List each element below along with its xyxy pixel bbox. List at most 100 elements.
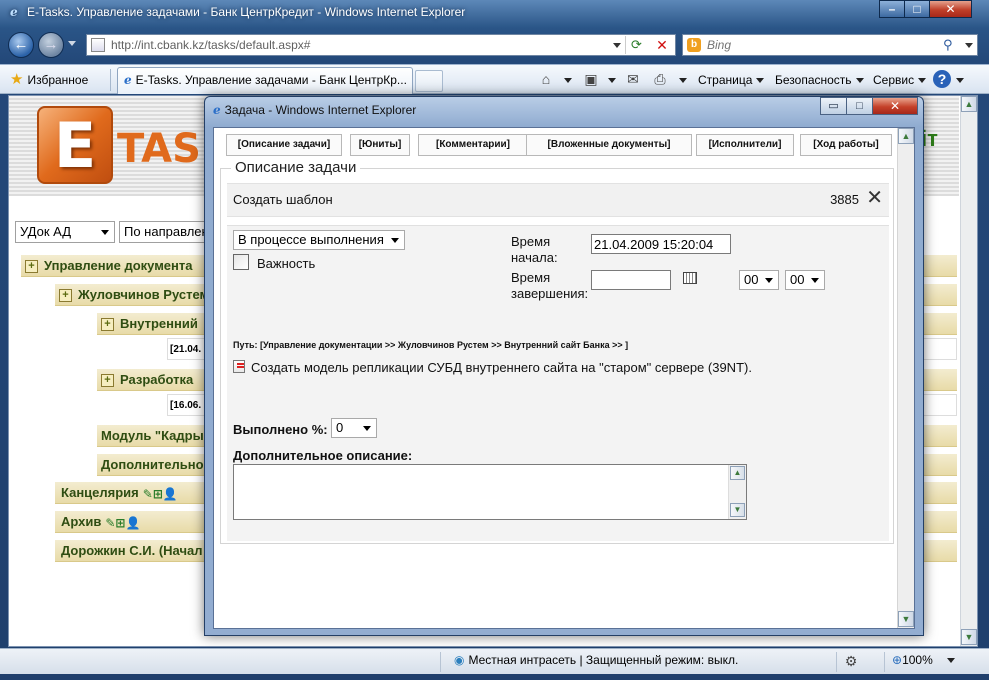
task-description: Создать модель репликации СУБД внутренне… — [233, 360, 752, 375]
address-bar[interactable]: ⟳ ✕ — [86, 34, 676, 56]
tree-actions-icon[interactable]: ✎⊞👤 — [105, 512, 140, 532]
hour-select[interactable]: 00 — [739, 270, 779, 290]
task-path: Путь: [Управление документации >> Жуловч… — [233, 340, 629, 350]
close-icon[interactable]: ✕ — [866, 185, 883, 210]
maximize-button[interactable]: □ — [904, 0, 929, 18]
tab-description[interactable]: [Описание задачи] — [226, 134, 342, 156]
security-menu[interactable]: Безопасность — [775, 71, 864, 89]
home-dropdown[interactable] — [560, 71, 572, 89]
close-button[interactable]: ✕ — [929, 0, 972, 18]
tab-units[interactable]: [Юниты] — [350, 134, 410, 156]
document-select[interactable]: УДок АД — [15, 221, 115, 243]
start-time-label: Время — [511, 234, 551, 249]
ie-icon: e — [10, 5, 18, 19]
page-menu[interactable]: Страница — [698, 71, 765, 89]
scroll-down-icon[interactable]: ▼ — [898, 611, 914, 627]
separator — [836, 652, 837, 672]
separator — [440, 652, 441, 672]
minimize-button[interactable]: – — [879, 0, 904, 18]
ie-icon: e — [213, 103, 221, 117]
tab-comments[interactable]: [Комментарии] — [418, 134, 528, 156]
favorites-button[interactable]: ★ Избранное — [10, 70, 88, 90]
end-time-input[interactable] — [591, 270, 671, 290]
tab-attachments[interactable]: [Вложенные документы] — [526, 134, 692, 156]
tab-executors[interactable]: [Исполнители] — [696, 134, 794, 156]
popup-title: e Задача - Windows Internet Explorer — [213, 103, 417, 117]
expand-icon[interactable]: + — [101, 374, 114, 388]
chevron-down-icon — [756, 78, 765, 84]
chevron-down-icon — [391, 238, 399, 243]
minute-select[interactable]: 00 — [785, 270, 825, 290]
page-scrollbar[interactable]: ▲ ▼ — [960, 96, 977, 646]
status-bar: ◉ Местная интрасеть | Защищенный режим: в… — [0, 648, 989, 674]
task-name: Создать шаблон — [233, 192, 333, 207]
calendar-icon[interactable] — [683, 272, 697, 284]
search-icon[interactable]: ⚲ — [943, 36, 959, 54]
popup-minimize-button[interactable]: ▭ — [820, 97, 846, 115]
popup-maximize-button[interactable]: □ — [846, 97, 872, 115]
scroll-up-icon[interactable]: ▲ — [730, 466, 745, 480]
globe-icon: ◉ — [454, 653, 465, 667]
stop-icon[interactable]: ✕ — [651, 36, 673, 54]
chevron-down-icon — [855, 78, 864, 84]
mail-icon[interactable]: ✉ — [624, 70, 642, 88]
print-dropdown[interactable] — [675, 71, 687, 89]
expand-icon[interactable]: + — [25, 260, 38, 274]
start-time-input[interactable] — [591, 234, 731, 254]
star-icon: ★ — [10, 71, 24, 88]
expand-icon[interactable]: + — [59, 289, 72, 303]
search-input[interactable] — [707, 37, 937, 53]
fieldset-legend: Описание задачи — [231, 159, 361, 176]
task-description-fieldset: Описание задачи Создать шаблон 3885 ✕ В … — [220, 159, 894, 544]
address-dropdown-icon[interactable] — [613, 43, 621, 48]
help-dropdown[interactable] — [952, 71, 964, 89]
status-select[interactable]: В процессе выполнения — [233, 230, 405, 250]
tree-actions-icon[interactable]: ✎⊞👤 — [143, 483, 178, 503]
expand-icon[interactable]: + — [101, 318, 114, 332]
extra-description-field[interactable]: ▲ ▼ — [233, 464, 747, 520]
refresh-icon[interactable]: ⟳ — [625, 36, 647, 54]
search-dropdown-icon[interactable] — [965, 43, 973, 48]
bank-logo: іт — [921, 126, 938, 151]
chevron-down-icon[interactable] — [946, 658, 955, 664]
help-icon[interactable]: ? — [933, 70, 951, 88]
scroll-down-icon[interactable]: ▼ — [961, 629, 977, 645]
scroll-down-icon[interactable]: ▼ — [730, 503, 745, 517]
task-popup-window: e Задача - Windows Internet Explorer ▭ □ … — [204, 96, 924, 636]
chevron-down-icon — [956, 78, 964, 84]
task-tabs: [Описание задачи] [Юниты] [Комментарии] … — [214, 134, 898, 158]
done-percent-select[interactable]: 0 — [331, 418, 377, 438]
forward-button[interactable]: → — [38, 32, 64, 58]
print-icon[interactable]: ⎙ — [651, 70, 669, 88]
importance-checkbox[interactable] — [233, 254, 249, 270]
address-input[interactable] — [111, 37, 611, 53]
scroll-up-icon[interactable]: ▲ — [898, 128, 914, 144]
back-button[interactable]: ← — [8, 32, 34, 58]
popup-close-button[interactable]: ✕ — [872, 97, 918, 115]
chevron-down-icon — [608, 78, 616, 84]
search-bar[interactable]: b ⚲ — [682, 34, 978, 56]
history-dropdown-icon[interactable] — [68, 41, 76, 46]
security-zone[interactable]: ◉ Местная интрасеть | Защищенный режим: в… — [454, 653, 738, 667]
window-controls: – □ ✕ — [879, 0, 972, 18]
protected-mode-icon[interactable]: ⚙ — [842, 652, 860, 670]
chevron-down-icon — [679, 78, 687, 84]
separator — [110, 69, 111, 91]
zoom-level[interactable]: ⊕100% — [892, 653, 955, 667]
new-tab-button[interactable] — [415, 70, 443, 92]
tab-progress[interactable]: [Ход работы] — [800, 134, 892, 156]
home-icon[interactable]: ⌂ — [537, 70, 555, 88]
extra-description-label: Дополнительное описание: — [233, 448, 413, 463]
textarea-scrollbar[interactable]: ▲ ▼ — [728, 465, 746, 519]
service-menu[interactable]: Сервис — [873, 71, 927, 89]
chevron-down-icon — [918, 78, 927, 84]
done-percent-label: Выполнено %: — [233, 422, 328, 437]
extra-description-textarea[interactable] — [234, 465, 728, 519]
rss-icon[interactable]: ▣ — [582, 70, 600, 88]
end-time-label: завершения: — [511, 286, 589, 301]
rss-dropdown[interactable] — [604, 71, 616, 89]
scroll-up-icon[interactable]: ▲ — [961, 96, 977, 112]
popup-scrollbar[interactable]: ▲ ▼ — [897, 128, 914, 628]
command-bar: ★ Избранное e E-Tasks. Управление задачами… — [0, 64, 989, 94]
browser-tab[interactable]: e E-Tasks. Управление задачами - Банк Цен… — [117, 67, 413, 94]
